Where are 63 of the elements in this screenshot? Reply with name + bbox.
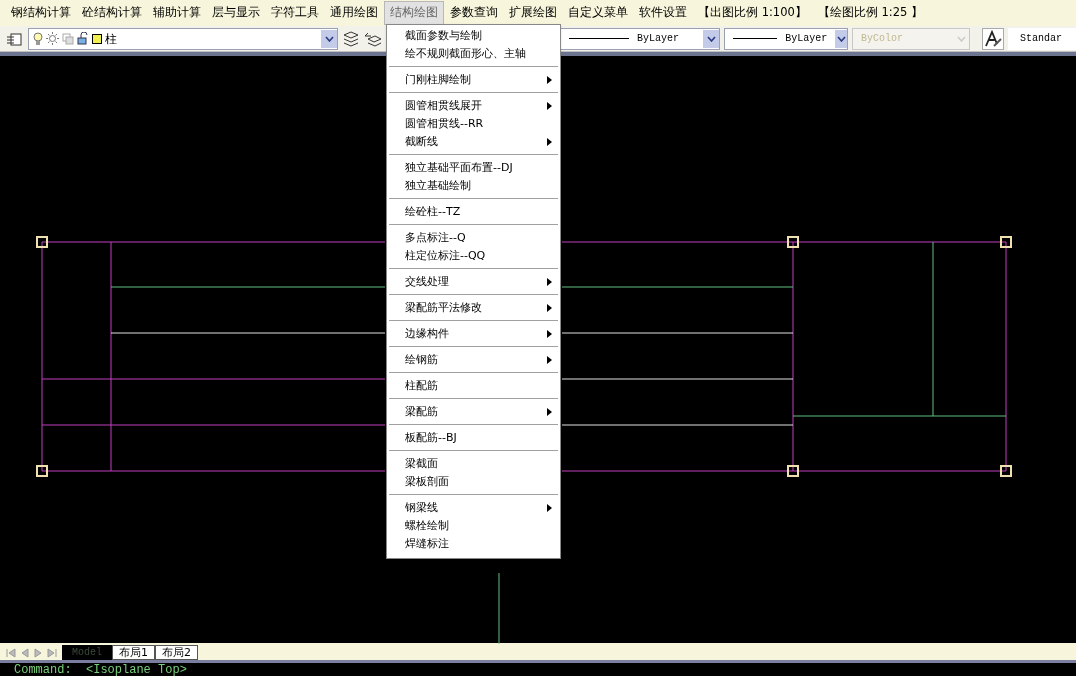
- layout-tab[interactable]: 布局1: [112, 645, 155, 660]
- dropdown-caret-icon[interactable]: [835, 29, 847, 48]
- menu-item[interactable]: 字符工具: [266, 2, 324, 24]
- menu-entry[interactable]: 梁配筋平法修改: [389, 299, 558, 317]
- linetype-dropdown[interactable]: ByLayer: [560, 27, 720, 50]
- sun-icon[interactable]: [46, 32, 59, 45]
- submenu-arrow-icon: [547, 304, 552, 312]
- menu-entry[interactable]: 绘不规则截面形心、主轴: [389, 45, 558, 63]
- text-style-field[interactable]: Standar: [1008, 27, 1076, 50]
- menu-item[interactable]: 辅助计算: [148, 2, 206, 24]
- menu-item[interactable]: 参数查询: [445, 2, 503, 24]
- submenu-arrow-icon: [547, 138, 552, 146]
- menu-entry[interactable]: 独立基础绘制: [389, 177, 558, 195]
- dropdown-caret-icon[interactable]: [703, 29, 719, 48]
- menu-entry[interactable]: 圆管相贯线展开: [389, 97, 558, 115]
- line-sample-icon: [733, 38, 778, 39]
- menu-entry[interactable]: 梁配筋: [389, 403, 558, 421]
- menu-entry[interactable]: 圆管相贯线--RR: [389, 115, 558, 133]
- menu-entry[interactable]: 截面参数与绘制: [389, 27, 558, 45]
- menu-item[interactable]: 钢结构计算: [6, 2, 76, 24]
- layout-tab[interactable]: 布局2: [155, 645, 198, 660]
- menu-item[interactable]: 砼结构计算: [77, 2, 147, 24]
- menu-entry[interactable]: 板配筋--BJ: [389, 429, 558, 447]
- menu-item[interactable]: 【出图比例 1:100】: [693, 2, 812, 24]
- submenu-arrow-icon: [547, 330, 552, 338]
- command-text: Command: <Isoplane Top>: [14, 663, 187, 676]
- menu-entry[interactable]: 截断线: [389, 133, 558, 151]
- menu-entry[interactable]: 梁截面: [389, 455, 558, 473]
- submenu-arrow-icon: [547, 76, 552, 84]
- menu-item[interactable]: 层与显示: [207, 2, 265, 24]
- dropdown-caret-icon[interactable]: [321, 29, 337, 48]
- submenu-arrow-icon: [547, 278, 552, 286]
- menu-entry[interactable]: 门刚柱脚绘制: [389, 71, 558, 89]
- color-swatch-icon[interactable]: [92, 33, 102, 44]
- padlock-icon[interactable]: [77, 32, 89, 45]
- line-sample-icon: [569, 38, 629, 39]
- text-style-icon[interactable]: [982, 27, 1004, 50]
- menu-entry[interactable]: 螺栓绘制: [389, 517, 558, 535]
- menu-item[interactable]: 通用绘图: [325, 2, 383, 24]
- layer-dropdown[interactable]: 柱: [28, 27, 338, 50]
- submenu-arrow-icon: [547, 356, 552, 364]
- menu-entry[interactable]: 焊缝标注: [389, 535, 558, 553]
- menu-item[interactable]: 自定义菜单: [563, 2, 633, 24]
- linetype-dropdown[interactable]: ByLayer: [724, 27, 848, 50]
- menu-entry[interactable]: 梁板剖面: [389, 473, 558, 491]
- lightbulb-icon[interactable]: [33, 31, 43, 46]
- menu-entry[interactable]: 绘钢筋: [389, 351, 558, 369]
- menu-entry[interactable]: 多点标注--Q: [389, 229, 558, 247]
- menu-entry[interactable]: 边缘构件: [389, 325, 558, 343]
- submenu-arrow-icon: [547, 102, 552, 110]
- menu-entry[interactable]: 钢梁线: [389, 499, 558, 517]
- menu-item[interactable]: 软件设置: [634, 2, 692, 24]
- menu-item[interactable]: 【绘图比例 1:25 】: [812, 2, 928, 24]
- submenu-arrow-icon: [547, 408, 552, 416]
- layer-stack-icon[interactable]: [342, 29, 360, 48]
- menu-entry[interactable]: 柱定位标注--QQ: [389, 247, 558, 265]
- menu-entry[interactable]: 柱配筋: [389, 377, 558, 395]
- menu-item[interactable]: 结构绘图: [384, 1, 444, 25]
- menu-item[interactable]: 扩展绘图: [504, 2, 562, 24]
- menu-entry[interactable]: 交线处理: [389, 273, 558, 291]
- menu-entry[interactable]: 绘砼柱--TZ: [389, 203, 558, 221]
- submenu-arrow-icon: [547, 504, 552, 512]
- menu-entry[interactable]: 独立基础平面布置--DJ: [389, 159, 558, 177]
